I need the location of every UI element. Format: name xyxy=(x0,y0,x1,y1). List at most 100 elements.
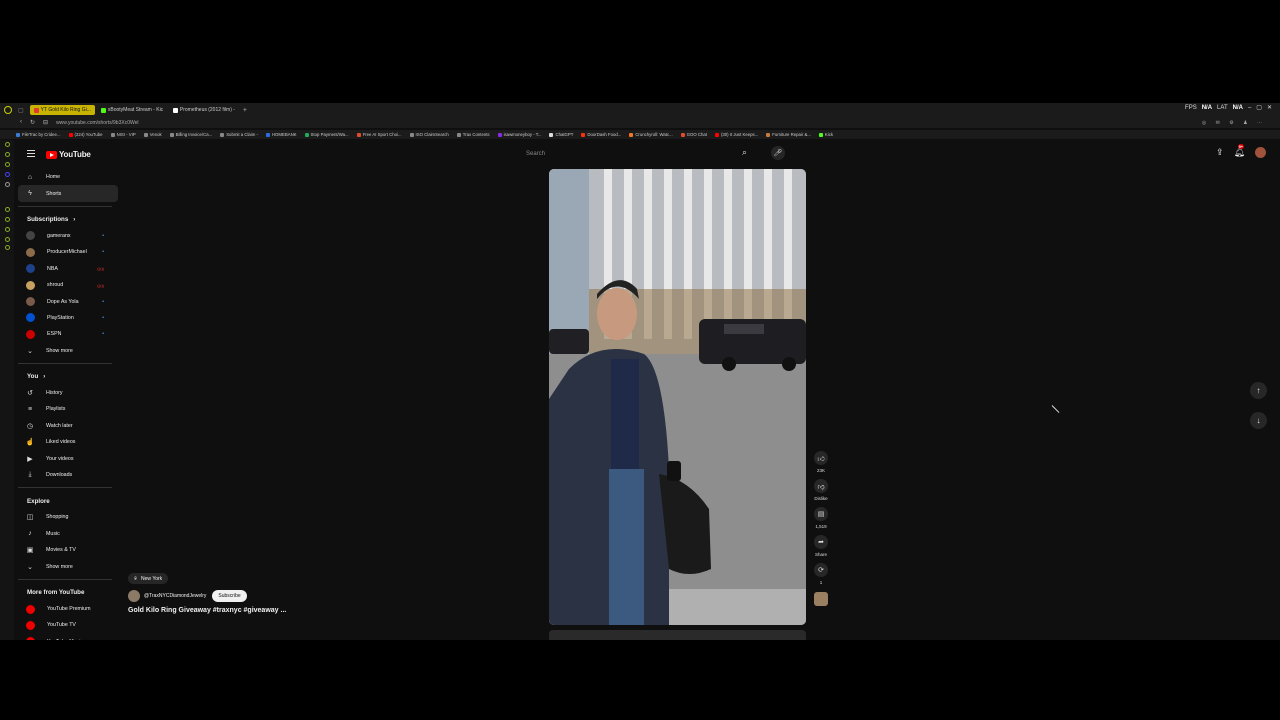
browser-tab[interactable]: Prometheus (2012 film) - xyxy=(169,105,239,115)
subscription-item[interactable]: ProducerMichael • xyxy=(18,244,118,260)
bookmark-item[interactable]: Stop Payment/Wa... xyxy=(304,132,349,137)
sidebar-item-label: Shorts xyxy=(46,190,62,197)
show-more-explore[interactable]: ⌄ Show more xyxy=(18,558,118,574)
explore-header[interactable]: Explore xyxy=(18,493,118,509)
video-frame xyxy=(549,169,806,625)
sidebar-item-youtube-premium[interactable]: YouTube Premium xyxy=(18,601,118,617)
bookmark-item[interactable]: ISO ClaimSearch xyxy=(409,132,449,137)
bookmark-item[interactable]: Venok xyxy=(143,132,162,137)
extension-icon[interactable] xyxy=(5,162,10,167)
dislike-button[interactable]: 👎︎ Dislike xyxy=(814,479,828,501)
browser-tab[interactable]: YT Gold Kilo Ring Gi... xyxy=(29,105,95,115)
channel-avatar xyxy=(26,264,35,274)
extension-icon[interactable] xyxy=(5,172,10,177)
extension-icon[interactable] xyxy=(5,142,10,147)
shorts-action-bar: 👍︎ 23K 👎︎ Dislike ▤ 1,519 ➦ Share ⟳ 1 xyxy=(810,451,832,606)
sidebar-item-history[interactable]: ↺ History xyxy=(18,385,118,401)
new-tab-button[interactable]: + xyxy=(243,107,247,114)
bookmark-item[interactable]: HOMEBANK xyxy=(265,132,297,137)
sidebar-item-downloads[interactable]: ⤓ Downloads xyxy=(18,467,118,483)
sidebar-item-shopping[interactable]: ◫ Shopping xyxy=(18,509,118,525)
bookmark-item[interactable]: Submit a Claim - xyxy=(220,132,258,137)
show-more-subscriptions[interactable]: ⌄ Show more xyxy=(18,343,118,359)
site-info-icon[interactable]: ⊟ xyxy=(43,119,48,126)
subscription-item[interactable]: Dope As Yola • xyxy=(18,293,118,309)
sidebar-item-home[interactable]: ⌂ Home xyxy=(18,169,118,185)
bookmarks-bar: FileTrac by Cridee... (224) YouTube NISI -… xyxy=(0,130,1280,139)
sound-thumbnail[interactable] xyxy=(814,592,828,606)
bookmark-item[interactable]: NISI - VIP xyxy=(110,132,136,137)
channel-avatar[interactable] xyxy=(128,590,140,602)
previous-short-button[interactable]: ↑ xyxy=(1250,382,1267,399)
search-input[interactable]: Search xyxy=(519,145,739,162)
extension-icon[interactable] xyxy=(5,237,10,242)
bookmark-item[interactable]: Crunchyroll: Watc... xyxy=(629,132,673,137)
bookmark-item[interactable]: Trax Contents xyxy=(456,132,490,137)
youtube-logo[interactable]: YouTube xyxy=(46,150,91,159)
close-icon[interactable]: ✕ xyxy=(1267,104,1272,111)
maximize-icon[interactable]: ▢ xyxy=(1256,104,1262,111)
sidebar-item-youtube-music[interactable]: YouTube Music xyxy=(18,634,118,640)
subscription-item[interactable]: shroud ((•)) xyxy=(18,277,118,293)
bookmark-item[interactable]: Furniture Repair &... xyxy=(766,132,811,137)
extension-icons[interactable]: ◎ ✉ ⚙ ♟ ⋯ xyxy=(1202,120,1266,126)
logo-text: YouTube xyxy=(59,150,91,159)
sidebar-item-playlists[interactable]: ≡ Playlists xyxy=(18,401,118,417)
menu-icon[interactable] xyxy=(27,150,35,157)
reload-icon[interactable]: ↻ xyxy=(30,119,35,126)
browser-tab[interactable]: xBootyMeat Stream - Kic xyxy=(97,105,167,115)
sidebar-item-music[interactable]: ♪ Music xyxy=(18,526,118,542)
next-short-button[interactable]: ↓ xyxy=(1250,412,1267,429)
sidebar-item-liked-videos[interactable]: ☝ Liked videos xyxy=(18,434,118,450)
more-from-youtube-header[interactable]: More from YouTube xyxy=(18,585,118,601)
extension-icon[interactable] xyxy=(5,217,10,222)
sidebar-item-youtube-tv[interactable]: YouTube TV xyxy=(18,617,118,633)
playlists-icon: ≡ xyxy=(27,405,33,413)
minimize-icon[interactable]: – xyxy=(1248,105,1251,111)
notifications-icon[interactable]: 🔔︎ 9+ xyxy=(1234,144,1245,158)
tab-list-icon[interactable]: ▢ xyxy=(18,107,24,114)
shorts-video-player[interactable] xyxy=(549,169,806,625)
bookmark-item[interactable]: Free AI Sport Choi... xyxy=(356,132,402,137)
comments-button[interactable]: ▤ 1,519 xyxy=(814,507,828,529)
extension-icon[interactable] xyxy=(5,227,10,232)
subscription-item[interactable]: NBA ((•)) xyxy=(18,261,118,277)
bookmark-item[interactable]: ChatGPT xyxy=(549,132,573,137)
url-field[interactable]: www.youtube.com/shorts/9b3Xc0Wel xyxy=(56,120,138,126)
bookmark-item[interactable]: isawmoneyboy - T... xyxy=(497,132,541,137)
extension-icon[interactable] xyxy=(5,245,10,250)
mic-icon[interactable]: 🎤︎ xyxy=(771,146,785,160)
bookmark-item[interactable]: DoorDash Food... xyxy=(581,132,621,137)
sidebar-item-watch-later[interactable]: ◷ Watch later xyxy=(18,418,118,434)
sidebar-item-your-videos[interactable]: ▶ Your videos xyxy=(18,450,118,466)
extension-icon[interactable] xyxy=(5,207,10,212)
upload-icon[interactable]: ⇪ xyxy=(1216,147,1224,158)
bookmark-item[interactable]: Kick xyxy=(818,132,833,137)
search-icon[interactable]: ⌕ xyxy=(742,147,747,158)
sidebar-item-shorts[interactable]: ϟ Shorts xyxy=(18,185,118,202)
sidebar-item-movies-tv[interactable]: ▣ Movies & TV xyxy=(18,542,118,558)
extension-icon[interactable] xyxy=(5,152,10,157)
subscriptions-header[interactable]: Subscriptions › xyxy=(18,212,118,228)
short-title[interactable]: Gold Kilo Ring Giveaway #traxnyc #giveaw… xyxy=(128,607,286,614)
subscription-item[interactable]: gameranx • xyxy=(18,228,118,244)
subscription-item[interactable]: ESPN • xyxy=(18,326,118,342)
location-chip[interactable]: ⌾ New York xyxy=(128,573,169,584)
sidebar-item-label: Playlists xyxy=(46,406,66,413)
subscribe-button[interactable]: Subscribe xyxy=(212,590,247,602)
share-button[interactable]: ➦ Share xyxy=(814,535,828,557)
bookmark-item[interactable]: Billing Invoice/Ca... xyxy=(169,132,212,137)
bookmark-item[interactable]: FileTrac by Cridee... xyxy=(16,132,61,137)
you-header[interactable]: You › xyxy=(18,369,118,385)
bookmark-item[interactable]: (30) It Just Keeps... xyxy=(714,132,758,137)
like-button[interactable]: 👍︎ 23K xyxy=(814,451,828,473)
remix-button[interactable]: ⟳ 1 xyxy=(814,563,828,585)
next-short-preview[interactable] xyxy=(549,630,806,640)
back-icon[interactable]: ‹ xyxy=(20,119,22,126)
bookmark-item[interactable]: (224) YouTube xyxy=(68,132,103,137)
account-avatar[interactable] xyxy=(1255,147,1266,158)
extension-icon[interactable] xyxy=(5,182,10,187)
bookmark-item[interactable]: GOO Chat xyxy=(680,132,707,137)
channel-name[interactable]: @TraxNYCDiamondJewelry xyxy=(144,593,206,599)
subscription-item[interactable]: PlayStation • xyxy=(18,310,118,326)
